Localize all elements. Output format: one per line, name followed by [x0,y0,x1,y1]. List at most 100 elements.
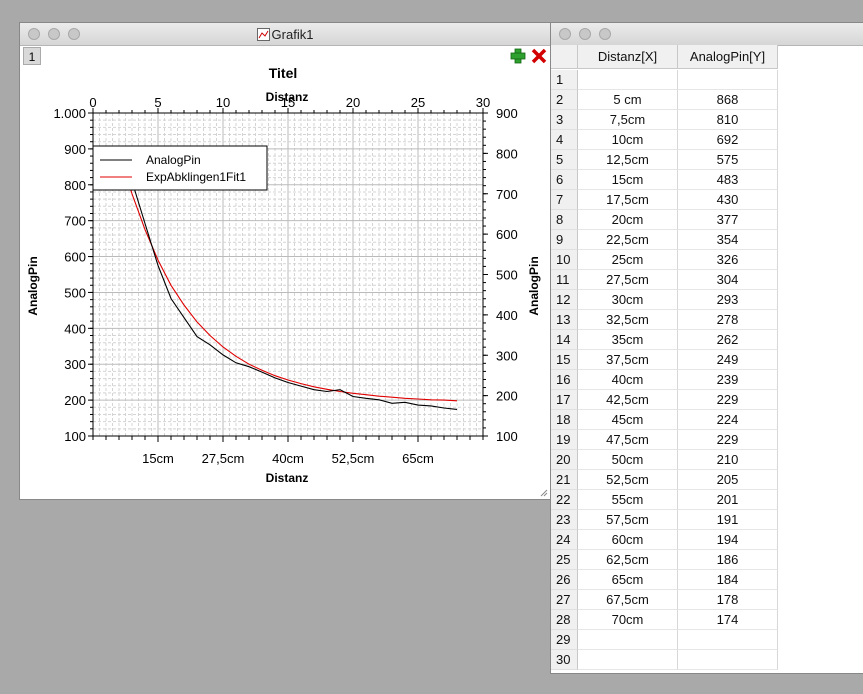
minimize-window-button[interactable] [579,28,591,40]
cell-distanz[interactable]: 12,5cm [578,150,678,170]
cell-distanz[interactable]: 57,5cm [578,510,678,530]
cell-analogpin[interactable]: 262 [678,330,778,350]
cell-distanz[interactable]: 60cm [578,530,678,550]
cell-distanz[interactable]: 45cm [578,410,678,430]
table-corner-header[interactable] [551,45,578,69]
cell-analogpin[interactable]: 174 [678,610,778,630]
cell-analogpin[interactable]: 191 [678,510,778,530]
row-number[interactable]: 4 [551,130,578,150]
cell-analogpin[interactable]: 184 [678,570,778,590]
cell-distanz[interactable]: 40cm [578,370,678,390]
cell-distanz[interactable]: 62,5cm [578,550,678,570]
row-number[interactable]: 7 [551,190,578,210]
row-number[interactable]: 15 [551,350,578,370]
cell-distanz[interactable]: 15cm [578,170,678,190]
cell-analogpin[interactable]: 304 [678,270,778,290]
cell-distanz[interactable]: 30cm [578,290,678,310]
row-number[interactable]: 29 [551,630,578,650]
row-number[interactable]: 5 [551,150,578,170]
cell-analogpin[interactable]: 210 [678,450,778,470]
cell-analogpin[interactable]: 186 [678,550,778,570]
row-number[interactable]: 10 [551,250,578,270]
cell-distanz[interactable]: 20cm [578,210,678,230]
cell-distanz[interactable]: 55cm [578,490,678,510]
cell-analogpin[interactable]: 354 [678,230,778,250]
cell-analogpin[interactable] [678,650,778,670]
row-number[interactable]: 1 [551,70,578,90]
cell-distanz[interactable]: 5 cm [578,90,678,110]
row-number[interactable]: 22 [551,490,578,510]
cell-distanz[interactable]: 25cm [578,250,678,270]
cell-distanz[interactable]: 17,5cm [578,190,678,210]
cell-analogpin[interactable] [678,630,778,650]
row-number[interactable]: 6 [551,170,578,190]
cell-analogpin[interactable]: 483 [678,170,778,190]
cell-distanz[interactable]: 65cm [578,570,678,590]
row-number[interactable]: 14 [551,330,578,350]
row-number[interactable]: 2 [551,90,578,110]
cell-analogpin[interactable]: 575 [678,150,778,170]
cell-distanz[interactable] [578,650,678,670]
cell-distanz[interactable]: 27,5cm [578,270,678,290]
row-number[interactable]: 12 [551,290,578,310]
cell-analogpin[interactable]: 293 [678,290,778,310]
row-number[interactable]: 3 [551,110,578,130]
column-header-x[interactable]: Distanz[X] [578,45,678,69]
cell-analogpin[interactable]: 194 [678,530,778,550]
cell-analogpin[interactable]: 326 [678,250,778,270]
cell-distanz[interactable]: 70cm [578,610,678,630]
table-window-titlebar[interactable] [551,23,863,46]
row-number[interactable]: 28 [551,610,578,630]
row-number[interactable]: 8 [551,210,578,230]
row-number[interactable]: 17 [551,390,578,410]
row-number[interactable]: 21 [551,470,578,490]
cell-analogpin[interactable]: 229 [678,390,778,410]
cell-analogpin[interactable]: 278 [678,310,778,330]
cell-distanz[interactable]: 35cm [578,330,678,350]
cell-analogpin[interactable]: 868 [678,90,778,110]
row-number[interactable]: 23 [551,510,578,530]
cell-distanz[interactable]: 42,5cm [578,390,678,410]
resize-handle-icon[interactable] [540,489,548,497]
cell-analogpin[interactable]: 430 [678,190,778,210]
cell-distanz[interactable]: 67,5cm [578,590,678,610]
cell-distanz[interactable]: 50cm [578,450,678,470]
cell-distanz[interactable] [578,70,678,90]
row-number[interactable]: 19 [551,430,578,450]
row-number[interactable]: 13 [551,310,578,330]
cell-distanz[interactable]: 7,5cm [578,110,678,130]
row-number[interactable]: 16 [551,370,578,390]
cell-distanz[interactable] [578,630,678,650]
row-number[interactable]: 20 [551,450,578,470]
row-number[interactable]: 26 [551,570,578,590]
cell-analogpin[interactable]: 377 [678,210,778,230]
row-number[interactable]: 25 [551,550,578,570]
cell-distanz[interactable]: 52,5cm [578,470,678,490]
row-number[interactable]: 18 [551,410,578,430]
cell-analogpin[interactable]: 201 [678,490,778,510]
row-number[interactable]: 9 [551,230,578,250]
cell-analogpin[interactable]: 224 [678,410,778,430]
cell-analogpin[interactable]: 178 [678,590,778,610]
cell-distanz[interactable]: 37,5cm [578,350,678,370]
cell-analogpin[interactable] [678,70,778,90]
table-row: 23 57,5cm 191 [551,510,778,530]
legend[interactable]: AnalogPin ExpAbklingen1Fit1 [92,145,268,191]
row-number[interactable]: 30 [551,650,578,670]
cell-analogpin[interactable]: 249 [678,350,778,370]
cell-analogpin[interactable]: 239 [678,370,778,390]
row-number[interactable]: 11 [551,270,578,290]
row-number[interactable]: 24 [551,530,578,550]
row-number[interactable]: 27 [551,590,578,610]
cell-distanz[interactable]: 32,5cm [578,310,678,330]
cell-analogpin[interactable]: 205 [678,470,778,490]
cell-analogpin[interactable]: 810 [678,110,778,130]
column-header-y[interactable]: AnalogPin[Y] [678,45,778,69]
cell-distanz[interactable]: 22,5cm [578,230,678,250]
cell-distanz[interactable]: 47,5cm [578,430,678,450]
close-window-button[interactable] [559,28,571,40]
cell-distanz[interactable]: 10cm [578,130,678,150]
zoom-window-button[interactable] [599,28,611,40]
cell-analogpin[interactable]: 692 [678,130,778,150]
cell-analogpin[interactable]: 229 [678,430,778,450]
